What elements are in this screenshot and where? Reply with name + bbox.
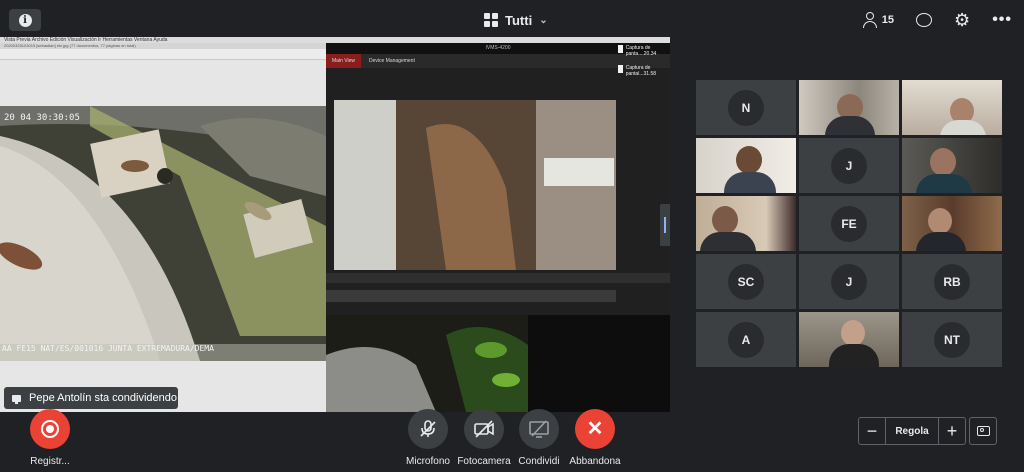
nest-camera-3 — [326, 315, 528, 412]
avatar: J — [831, 147, 867, 184]
sidebar-toggle-handle[interactable] — [660, 204, 670, 246]
participant-tile[interactable]: J — [799, 138, 899, 193]
avatar: SC — [728, 263, 764, 300]
cam1-caption: AA FE15 NAT/ES/001016 JUNTA EXTREMADURA/… — [2, 344, 214, 353]
participants-count: 15 — [881, 14, 895, 26]
leave-label: Abbandona — [569, 456, 621, 467]
mic-button[interactable] — [408, 409, 448, 449]
leave-control: ✕ Abbandona — [565, 409, 625, 467]
more-options-button[interactable]: ••• — [992, 10, 1012, 30]
record-button[interactable] — [30, 409, 70, 449]
participant-tile[interactable]: A — [696, 312, 796, 367]
avatar: A — [728, 321, 764, 358]
share-screen-off-icon — [529, 420, 549, 438]
participant-tile[interactable]: J — [799, 254, 899, 309]
camera-label: Fotocamera — [457, 456, 511, 467]
zoom-in-button[interactable]: + — [939, 418, 965, 444]
participant-tile[interactable]: FE — [799, 196, 899, 251]
participant-tile[interactable]: N — [696, 80, 796, 135]
camera-button[interactable] — [464, 409, 504, 449]
participant-tile[interactable]: SC — [696, 254, 796, 309]
avatar: NT — [934, 321, 970, 358]
mic-label: Microfono — [406, 456, 450, 467]
record-control: Registr... — [20, 409, 80, 467]
participant-tile[interactable] — [902, 196, 1002, 251]
participant-tile[interactable] — [799, 312, 899, 367]
chat-icon — [916, 13, 933, 27]
top-bar: i Tutti ⌄ 15 ⚙ ••• — [0, 0, 1024, 38]
avatar: FE — [831, 205, 867, 242]
participants-button[interactable]: 15 — [862, 10, 894, 30]
chat-button[interactable] — [916, 10, 933, 30]
screen-share-view: Vista Previa Archivo Edición Visualizaci… — [0, 37, 670, 412]
more-icon: ••• — [992, 11, 1012, 28]
zoom-out-button[interactable]: − — [859, 418, 885, 444]
participant-tile[interactable] — [799, 80, 899, 135]
nest-camera-1: 20 04 30:30:05 AA FE15 NAT/ES/001016 JUN… — [0, 106, 326, 361]
desktop-file[interactable]: Captura de panta....20.34 — [618, 45, 670, 57]
screen-share-icon — [12, 394, 21, 404]
avatar: RB — [934, 263, 970, 300]
camera-off-icon — [474, 420, 494, 438]
participant-grid: N J FE SC J RB A NT — [696, 80, 1002, 369]
participant-tile[interactable] — [696, 196, 796, 251]
settings-button[interactable]: ⚙ — [954, 10, 970, 30]
avatar: N — [728, 89, 764, 126]
share-screen-button[interactable] — [519, 409, 559, 449]
file-icon — [618, 65, 623, 73]
file-icon — [618, 45, 623, 53]
layout-label: Tutti — [505, 12, 533, 28]
share-label: Condividi — [518, 456, 560, 467]
preview-toolbar — [0, 49, 326, 60]
cam1-timestamp: 20 04 30:30:05 — [4, 113, 80, 123]
chevron-down-icon: ⌄ — [539, 14, 548, 26]
grid-icon — [484, 13, 498, 27]
tab-device-management[interactable]: Device Management — [363, 54, 421, 68]
zoom-control: − Regola + — [858, 417, 966, 445]
participant-tile[interactable]: RB — [902, 254, 1002, 309]
sharing-notice: Pepe Antolín sta condividendo — [4, 387, 178, 409]
record-icon — [41, 420, 59, 438]
sharing-notice-text: Pepe Antolín sta condividendo — [29, 392, 178, 404]
leave-button[interactable]: ✕ — [575, 409, 615, 449]
share-control: Condividi — [509, 409, 569, 467]
participant-tile[interactable] — [902, 80, 1002, 135]
mic-control: Microfono — [398, 409, 458, 467]
participant-tile[interactable]: NT — [902, 312, 1002, 367]
info-button[interactable]: i — [9, 9, 41, 31]
tab-main-view[interactable]: Main View — [326, 54, 361, 68]
camera-icon — [976, 426, 990, 436]
gear-icon: ⚙ — [954, 10, 971, 30]
people-icon — [862, 12, 878, 28]
avatar: J — [831, 263, 867, 300]
participant-tile[interactable] — [696, 138, 796, 193]
participant-tile[interactable] — [902, 138, 1002, 193]
mic-off-icon — [420, 420, 436, 437]
record-label: Registr... — [30, 456, 70, 467]
desktop-files: Captura de panta....20.34 Captura de pan… — [618, 45, 670, 85]
layout-selector[interactable]: Tutti ⌄ — [484, 11, 548, 29]
close-icon: ✕ — [586, 418, 604, 440]
zoom-fit-button[interactable]: Regola — [885, 418, 939, 444]
info-icon: i — [18, 13, 32, 27]
desktop-file[interactable]: Captura de pantal...31.58 — [618, 65, 670, 77]
snapshot-button[interactable] — [969, 417, 997, 445]
camera-control: Fotocamera — [454, 409, 514, 467]
